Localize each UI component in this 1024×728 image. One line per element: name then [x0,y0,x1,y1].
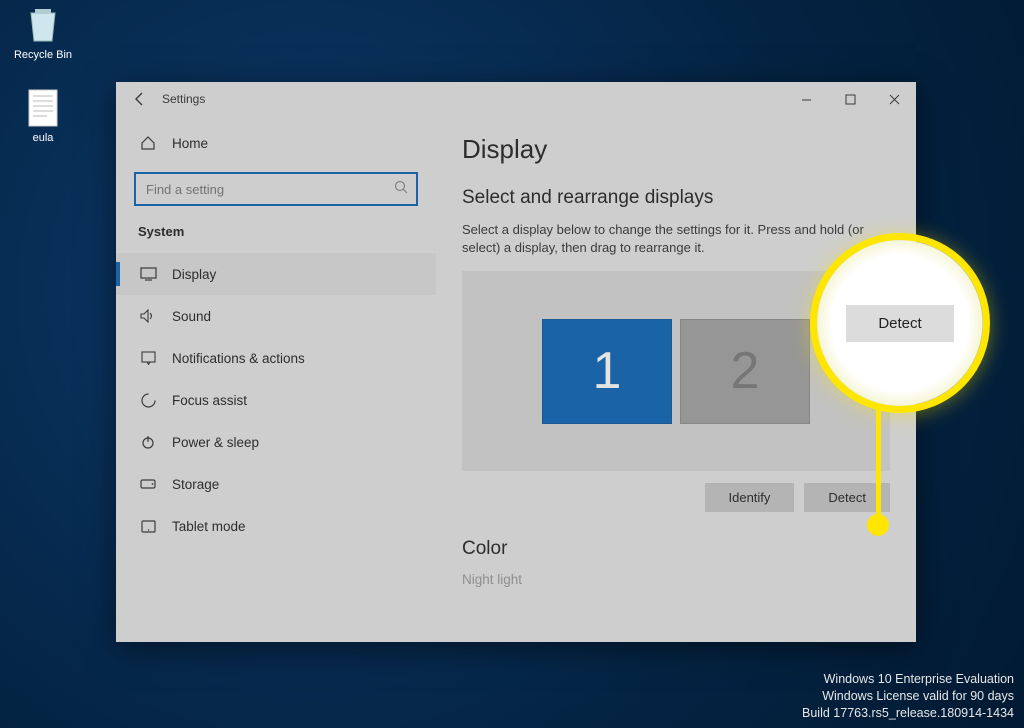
sidebar-item-tablet-mode[interactable]: Tablet mode [116,505,436,547]
sidebar-item-label: Storage [172,477,219,492]
desktop-icon-label: Recycle Bin [8,49,78,61]
page-title: Display [462,134,890,165]
storage-icon [138,479,158,489]
sidebar-item-label: Notifications & actions [172,351,305,366]
power-icon [138,435,158,449]
desktop-icon-eula[interactable]: eula [8,88,78,144]
sidebar: Home System Display Sound Notifications … [116,116,436,642]
search-input[interactable] [134,172,418,206]
sidebar-item-label: Power & sleep [172,435,259,450]
titlebar: Settings [116,82,916,116]
desktop-icon-recycle-bin[interactable]: Recycle Bin [8,5,78,61]
callout-detect-button: Detect [846,305,953,342]
close-button[interactable] [872,82,916,116]
watermark-line: Windows License valid for 90 days [802,688,1014,705]
maximize-button[interactable] [828,82,872,116]
section-heading: Select and rearrange displays [462,187,890,209]
sidebar-item-storage[interactable]: Storage [116,463,436,505]
sound-icon [138,309,158,323]
minimize-button[interactable] [784,82,828,116]
night-light-label: Night light [462,572,890,587]
desktop-watermark: Windows 10 Enterprise Evaluation Windows… [802,671,1014,722]
desktop-icon-label: eula [8,132,78,144]
nav-home-label: Home [172,136,208,151]
settings-window: Settings Home System Display Sou [116,82,916,642]
callout-connector [876,408,881,528]
back-button[interactable] [126,85,154,113]
home-icon [138,135,158,151]
sidebar-item-label: Focus assist [172,393,247,408]
monitor-2[interactable]: 2 [680,319,810,424]
display-icon [138,267,158,281]
callout-dot [867,514,889,536]
sidebar-item-focus-assist[interactable]: Focus assist [116,379,436,421]
sidebar-item-label: Sound [172,309,211,324]
identify-button[interactable]: Identify [705,483,795,512]
search-icon [394,180,408,199]
sidebar-item-label: Display [172,267,216,282]
callout-circle: Detect [810,233,990,413]
nav-home[interactable]: Home [116,124,436,162]
monitor-1[interactable]: 1 [542,319,672,424]
sidebar-item-power-sleep[interactable]: Power & sleep [116,421,436,463]
window-title: Settings [162,92,205,106]
recycle-bin-icon [23,5,63,45]
notifications-icon [138,351,158,365]
sidebar-item-display[interactable]: Display [116,253,436,295]
sidebar-item-label: Tablet mode [172,519,246,534]
tablet-icon [138,520,158,533]
sidebar-section-label: System [116,224,436,239]
section-heading-color: Color [462,538,890,560]
section-description: Select a display below to change the set… [462,221,882,257]
watermark-line: Build 17763.rs5_release.180914-1434 [802,705,1014,722]
text-file-icon [23,88,63,128]
watermark-line: Windows 10 Enterprise Evaluation [802,671,1014,688]
focus-icon [138,393,158,408]
sidebar-item-notifications[interactable]: Notifications & actions [116,337,436,379]
sidebar-item-sound[interactable]: Sound [116,295,436,337]
